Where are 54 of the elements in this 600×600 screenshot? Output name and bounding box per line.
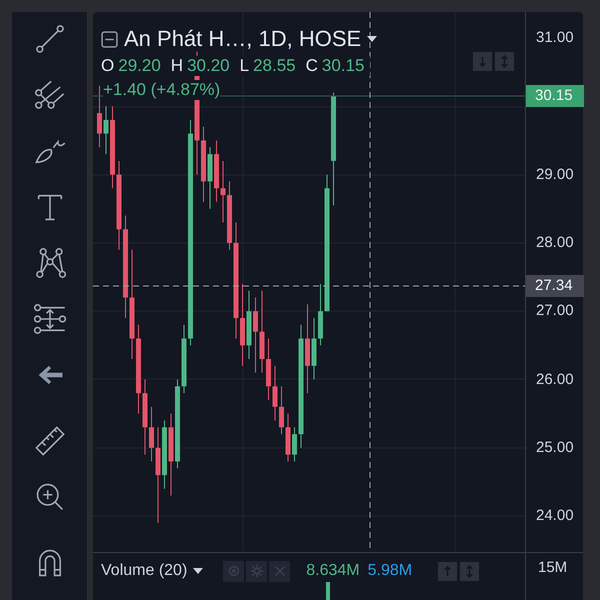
candle — [182, 324, 186, 394]
ohlc-label: C — [306, 56, 318, 76]
candle — [286, 413, 290, 462]
candle — [279, 386, 284, 435]
candle — [227, 180, 232, 250]
volume-title[interactable]: Volume (20) — [101, 562, 188, 580]
price-tick: 28.00 — [536, 234, 574, 251]
candle — [292, 426, 297, 462]
price-tick: 27.00 — [536, 302, 574, 320]
candle — [214, 140, 219, 202]
crosshair-price-badge: 27.34 — [526, 275, 584, 297]
symbol-title[interactable]: An Phát H…, 1D, HOSE — [124, 26, 362, 52]
ohlc-label: O — [101, 56, 114, 76]
volume-average: 5.98M — [368, 562, 412, 580]
eye-icon — [226, 564, 241, 578]
measure-lines-icon[interactable] — [32, 302, 66, 336]
last-price-badge: 30.15 — [526, 85, 584, 108]
close-icon — [272, 564, 287, 578]
price-tick: 25.00 — [536, 438, 574, 456]
ohlc-value: 28.55 — [253, 56, 296, 76]
settings-icon — [250, 564, 264, 578]
arrow-down-icon — [478, 55, 487, 68]
pitchfork-icon[interactable] — [32, 78, 66, 112]
up-down-arrow-icon — [465, 564, 474, 578]
price-tick: 29.00 — [536, 166, 574, 183]
caret-icon[interactable] — [367, 36, 378, 42]
price-change: +1.40 (+4.87%) — [103, 80, 220, 100]
volume-value: 8.634M — [306, 562, 360, 580]
candle — [266, 338, 271, 400]
candle — [162, 420, 167, 490]
volume-bar — [326, 582, 330, 600]
candle — [312, 318, 316, 380]
price-tick: 31.00 — [536, 29, 574, 46]
candle — [318, 283, 323, 346]
arrow-up-icon — [443, 564, 452, 578]
ohlc-value: 30.20 — [187, 56, 230, 76]
ruler-icon[interactable] — [32, 424, 66, 458]
candle — [208, 146, 212, 210]
candle — [104, 106, 108, 155]
ohlc-value: 29.20 — [118, 56, 161, 76]
candle — [97, 85, 102, 148]
ohlc-label: H — [170, 56, 184, 76]
volume-tick: 15M — [538, 559, 568, 576]
candle — [246, 290, 252, 360]
candle — [149, 406, 154, 462]
up-down-arrow-icon — [500, 55, 509, 68]
collapse-icon[interactable] — [101, 30, 118, 48]
ohlc-value: 30.15 — [322, 56, 364, 76]
price-tick: 24.00 — [536, 507, 574, 524]
caret-icon[interactable] — [193, 568, 204, 574]
candle — [272, 365, 278, 421]
price-tick: 26.00 — [536, 370, 574, 388]
candle — [220, 160, 226, 223]
ohlc-label: L — [240, 56, 250, 76]
